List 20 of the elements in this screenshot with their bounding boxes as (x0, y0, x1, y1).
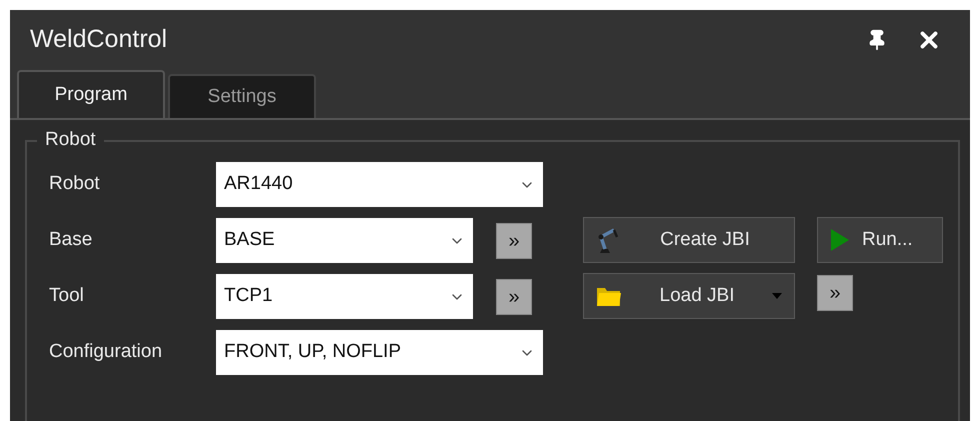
dropdown[interactable]: TCP1 (216, 274, 473, 319)
create-button[interactable]: Create JBI (583, 217, 795, 263)
tab[interactable]: Settings (168, 74, 316, 118)
field-label: Robot (49, 172, 101, 196)
more-button[interactable]: » (496, 278, 532, 314)
caret-icon (772, 293, 782, 299)
dropdown[interactable]: AR1440 (216, 162, 543, 207)
folder-icon (596, 285, 622, 307)
run-button[interactable]: Run... (817, 217, 943, 263)
more-button[interactable]: » (817, 275, 853, 311)
more-button[interactable]: » (496, 222, 532, 258)
dropdown[interactable]: BASE (216, 218, 473, 263)
play-icon (830, 228, 850, 252)
tab[interactable]: Program (17, 70, 165, 118)
field-label: Base (49, 228, 94, 252)
dropdown[interactable]: FRONT, UP, NOFLIP (216, 330, 543, 375)
field-label: Configuration (49, 340, 164, 364)
load-button[interactable]: Load JBI (583, 273, 795, 319)
window-title: WeldControl (30, 24, 168, 56)
field-label: Tool (49, 284, 85, 308)
